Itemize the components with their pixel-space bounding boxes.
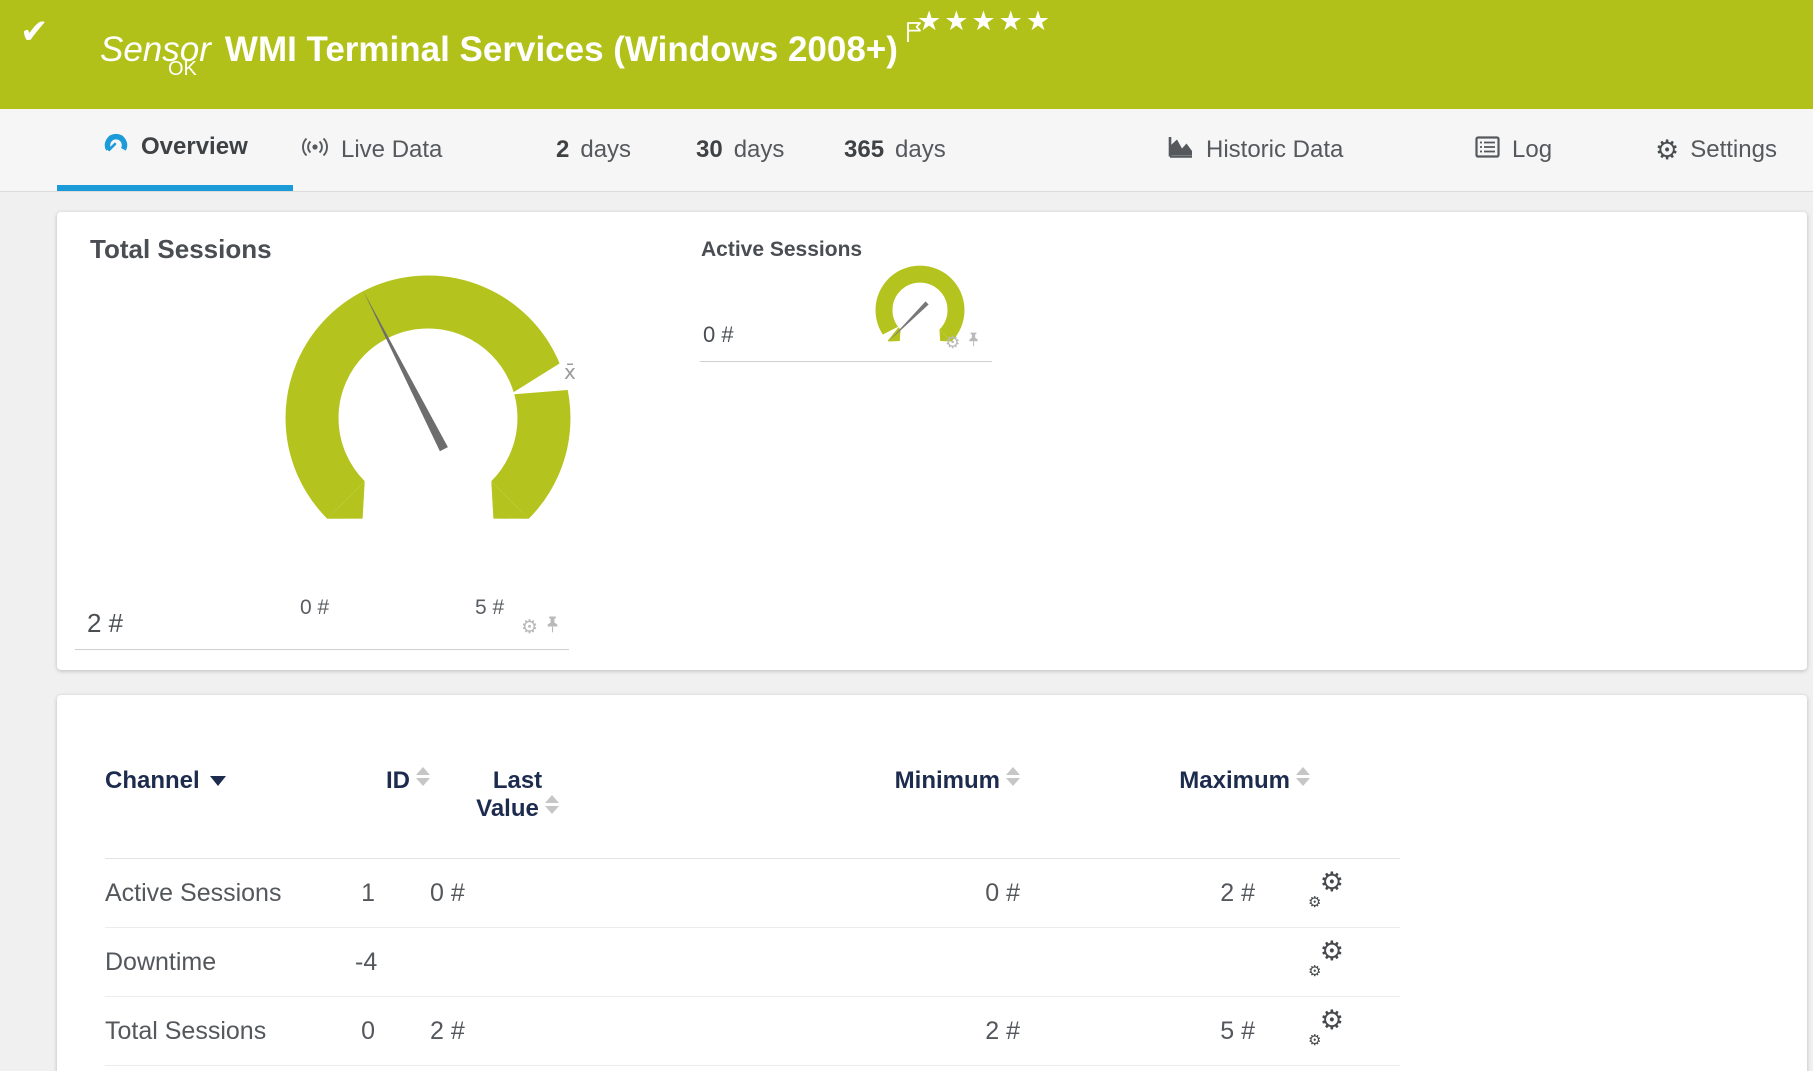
gauge-tile-divider [75, 649, 569, 650]
table-row-downtime: Downtime -4 ⚙ ⚙ [105, 928, 1400, 997]
channel-settings-gears-icon[interactable]: ⚙ ⚙ [1308, 867, 1344, 911]
active-gauge-tools: ⚙ [945, 332, 980, 352]
tab-settings[interactable]: ⚙ Settings [1655, 109, 1777, 191]
tab-2-days-unit: days [580, 136, 632, 163]
channel-settings-gears-icon[interactable]: ⚙ ⚙ [1308, 936, 1344, 980]
gauge-tile-divider [700, 361, 992, 362]
tab-2-days[interactable]: 2 days [556, 109, 631, 191]
channel-settings-gears-icon[interactable]: ⚙ ⚙ [1308, 1005, 1344, 1049]
gauge-settings-gear-icon[interactable]: ⚙ [945, 334, 960, 351]
sort-caret-down-icon [209, 776, 226, 786]
sort-icon [1006, 767, 1020, 786]
column-header-maximum[interactable]: Maximum [1020, 767, 1310, 795]
channel-id: 0 [361, 1016, 375, 1045]
overview-gauges-panel: Total Sessions x̄ 2 # 0 # 5 # ⚙ Active S… [57, 212, 1807, 670]
channel-id: 1 [361, 878, 375, 907]
tab-30-days[interactable]: 30 days [696, 109, 784, 191]
tab-settings-label: Settings [1690, 136, 1777, 163]
gauge-average-marker-label: x̄ [564, 360, 576, 384]
channel-last-value: 0 # [430, 878, 465, 907]
area-chart-icon [1168, 135, 1195, 166]
column-header-minimum[interactable]: Minimum [605, 767, 1020, 795]
tab-2-days-number: 2 [556, 136, 570, 163]
channel-last-value: 2 # [430, 1016, 465, 1045]
channel-id: -4 [355, 947, 378, 976]
status-badge: OK [168, 58, 197, 80]
sort-icon [1296, 767, 1310, 786]
tab-historic-data-label: Historic Data [1206, 136, 1344, 163]
tab-historic-data[interactable]: Historic Data [1168, 109, 1343, 191]
channel-table-header-row: Channel ID Last Value Minimum Maximum [105, 767, 1400, 859]
gauge-min-label: 0 # [300, 596, 330, 619]
broadcast-icon [300, 135, 330, 166]
channel-name[interactable]: Active Sessions [105, 879, 355, 908]
tab-30-days-number: 30 [696, 136, 723, 163]
log-list-icon [1475, 135, 1501, 165]
channel-name[interactable]: Total Sessions [105, 1017, 355, 1046]
sensor-title-row: Sensor WMI Terminal Services (Windows 200… [100, 12, 923, 70]
sensor-status-header: ✔ Sensor WMI Terminal Services (Windows 2… [0, 0, 1813, 109]
channel-maximum: 2 # [1220, 878, 1255, 907]
tab-365-days-number: 365 [844, 136, 885, 163]
column-header-channel[interactable]: Channel [105, 767, 355, 795]
column-header-last-value[interactable]: Last Value [430, 767, 605, 823]
pin-icon[interactable] [967, 332, 980, 352]
sort-icon [544, 795, 559, 814]
channel-minimum: 0 # [985, 878, 1020, 907]
tab-30-days-unit: days [733, 136, 785, 163]
channel-name[interactable]: Downtime [105, 948, 355, 977]
channel-minimum: 2 # [985, 1016, 1020, 1045]
settings-gear-icon: ⚙ [1655, 134, 1680, 165]
page-title: WMI Terminal Services (Windows 2008+) [224, 30, 898, 69]
overview-gauge-icon [102, 131, 130, 164]
tab-overview-label: Overview [141, 133, 248, 160]
sort-icon [416, 767, 430, 786]
total-sessions-gauge: x̄ [285, 275, 576, 519]
gauge-current-value: 2 # [87, 608, 124, 638]
column-header-id[interactable]: ID [355, 767, 430, 795]
table-row-total-sessions: Total Sessions 0 2 # 2 # 5 # ⚙ ⚙ [105, 997, 1400, 1066]
tab-log-label: Log [1512, 136, 1553, 163]
gauge-title-total-sessions: Total Sessions [90, 234, 272, 264]
tab-log[interactable]: Log [1475, 109, 1552, 191]
tab-overview[interactable]: Overview [57, 109, 293, 191]
sensor-tab-bar: Overview Live Data 2 days 30 days 365 da… [0, 109, 1813, 192]
prtg-sensor-page: ✔ Sensor WMI Terminal Services (Windows 2… [0, 0, 1813, 1071]
pin-icon[interactable] [545, 616, 560, 638]
tab-365-days-unit: days [895, 136, 946, 163]
channel-table: Channel ID Last Value Minimum Maximum Act… [105, 767, 1400, 1066]
gauge-settings-gear-icon[interactable]: ⚙ [521, 618, 538, 637]
gauge-max-label: 5 # [475, 596, 505, 619]
table-row-active-sessions: Active Sessions 1 0 # 0 # 2 # ⚙ ⚙ [105, 859, 1400, 928]
status-ok-check-icon: ✔ [20, 13, 49, 51]
tab-live-data[interactable]: Live Data [300, 109, 442, 191]
tab-365-days[interactable]: 365 days [844, 109, 946, 191]
total-gauge-tools: ⚙ [521, 616, 560, 638]
priority-stars[interactable]: ★★★★★ [917, 6, 1053, 37]
channel-table-panel: Channel ID Last Value Minimum Maximum Act… [57, 695, 1807, 1071]
tab-live-data-label: Live Data [341, 136, 443, 163]
channel-maximum: 5 # [1220, 1016, 1255, 1045]
gauge-current-value: 0 # [703, 322, 734, 347]
gauge-title-active-sessions: Active Sessions [701, 238, 863, 261]
